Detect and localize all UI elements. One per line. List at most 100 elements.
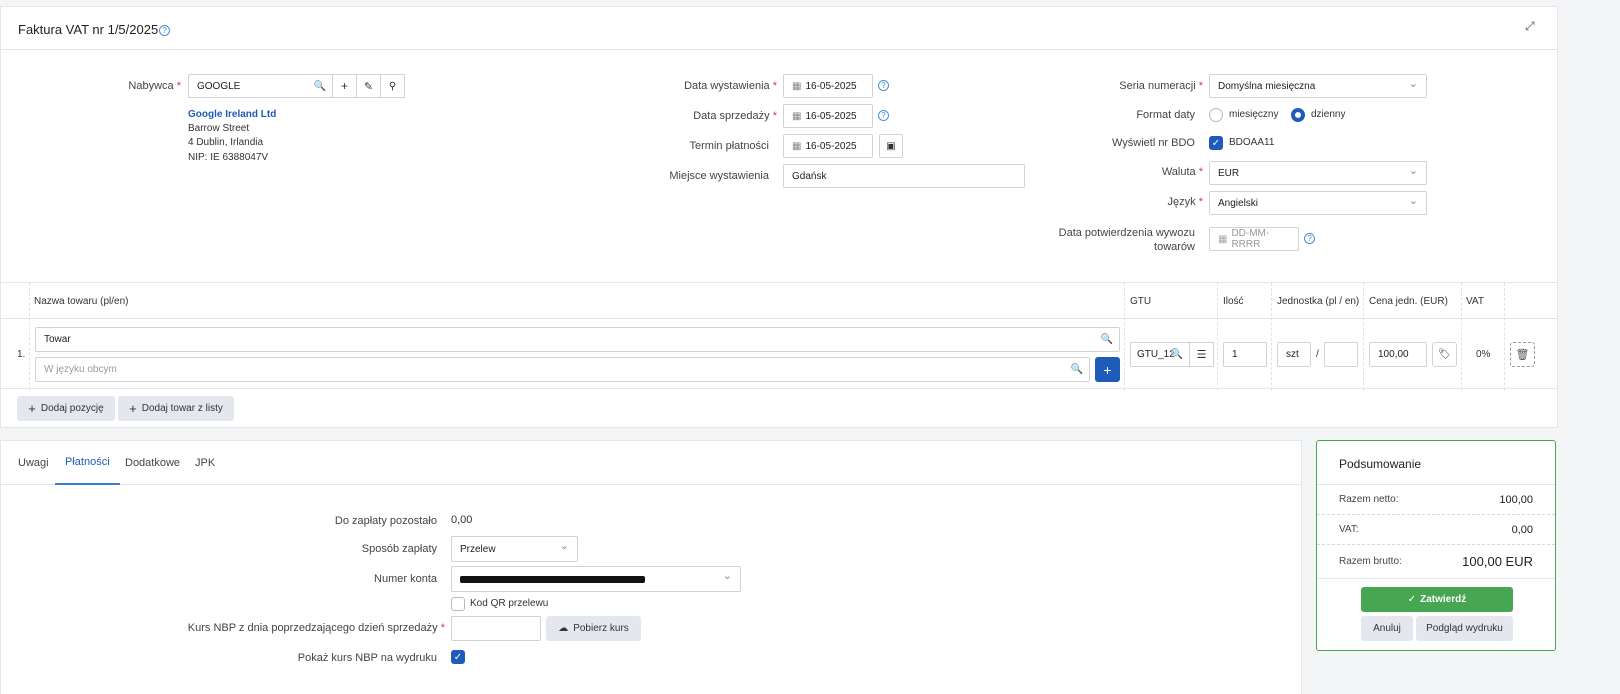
language-label: Język * [1167, 196, 1203, 208]
calendar-icon: ▦ [792, 110, 802, 122]
edit-buyer-button[interactable]: ✎ [356, 74, 381, 98]
sale-date-help-icon[interactable]: ? [878, 110, 889, 121]
col-gtu: GTU [1130, 295, 1152, 307]
issue-date-label: Data wystawienia * [684, 80, 777, 92]
show-rate-label: Pokaż kurs NBP na wydruku [297, 652, 437, 664]
language-select[interactable]: Angielski [1209, 191, 1427, 215]
buyer-address1: Barrow Street [188, 123, 250, 134]
calendar-icon: ▦ [792, 80, 802, 92]
remaining-value: 0,00 [451, 514, 473, 526]
invoice-card: Faktura VAT nr 1/5/2025 ? ⤢ Nabywca * GO… [0, 6, 1558, 428]
unit-foreign-input[interactable] [1324, 342, 1358, 367]
tab-dodatkowe[interactable]: Dodatkowe [125, 441, 180, 485]
bdo-label: Wyświetl nr BDO [1111, 137, 1195, 149]
method-select[interactable]: Przelew [451, 536, 578, 562]
price-tag-button[interactable]: 🏷 [1432, 342, 1457, 367]
qty-input[interactable]: 1 [1223, 342, 1267, 367]
place-input[interactable]: Gdańsk [783, 164, 1025, 188]
col-price: Cena jedn. (EUR) [1369, 295, 1448, 307]
buyer-input[interactable]: GOOGLE 🔍 [188, 74, 333, 98]
redacted-account [460, 575, 645, 583]
add-translation-button[interactable]: + [1095, 357, 1120, 382]
series-label: Seria numeracji * [1119, 80, 1203, 92]
calendar-icon: ▦ [792, 140, 802, 152]
daily-radio[interactable] [1291, 108, 1305, 122]
expand-icon[interactable]: ⤢ [1525, 19, 1535, 34]
account-label: Numer konta [374, 573, 437, 585]
tab-bar: Uwagi Płatności Dodatkowe JPK [1, 441, 1301, 485]
remaining-label: Do zapłaty pozostało [334, 515, 437, 527]
fetch-rate-button[interactable]: ☁ Pobierz kurs [546, 616, 641, 641]
col-unit: Jednostka (pl / en) [1277, 295, 1360, 307]
unit-input[interactable]: szt [1277, 342, 1311, 367]
qr-label: Kod QR przelewu [470, 598, 549, 609]
due-date-input[interactable]: ▦ 16-05-2025 [783, 134, 873, 158]
bdo-value: BDOAA11 [1229, 137, 1275, 148]
method-label: Sposób zapłaty [361, 543, 437, 555]
add-from-list-button[interactable]: + Dodaj towar z listy [118, 396, 234, 421]
add-position-button[interactable]: + Dodaj pozycję [17, 396, 115, 421]
row-number: 1. [17, 349, 26, 360]
invoice-header: Faktura VAT nr 1/5/2025 ? ⤢ [1, 7, 1557, 50]
show-rate-checkbox[interactable]: ✓ [451, 650, 465, 664]
monthly-radio[interactable] [1209, 108, 1223, 122]
gtu-list-button[interactable]: ☰ [1189, 342, 1214, 367]
summary-vat-row: VAT: 0,00 [1317, 514, 1555, 544]
price-input[interactable]: 100,00 [1369, 342, 1427, 367]
currency-select[interactable]: EUR [1209, 161, 1427, 185]
summary-net-row: Razem netto: 100,00 [1317, 484, 1555, 514]
due-date-picker-button[interactable]: ▣ [879, 134, 903, 158]
buyer-name[interactable]: Google Ireland Ltd [188, 109, 276, 120]
item-foreign-name-input[interactable]: W języku obcym 🔍 [35, 357, 1090, 382]
search-icon: 🔍 [313, 80, 326, 92]
date-format-label: Format daty [1136, 109, 1195, 121]
qr-checkbox[interactable] [451, 597, 465, 611]
summary-card: Podsumowanie Razem netto: 100,00 VAT: 0,… [1316, 440, 1556, 651]
issue-date-input[interactable]: ▦ 16-05-2025 [783, 74, 873, 98]
issue-date-help-icon[interactable]: ? [878, 80, 889, 91]
gtu-input[interactable]: GTU_12 🔍 [1130, 342, 1190, 367]
rate-label: Kurs NBP z dnia poprzedzającego dzień sp… [187, 622, 445, 634]
sale-date-label: Data sprzedaży * [693, 110, 777, 122]
cloud-download-icon: ☁ [558, 623, 569, 634]
items-table: Nazwa towaru (pl/en) GTU Ilość Jednostka… [1, 282, 1557, 390]
title-help-icon[interactable]: ? [159, 25, 170, 36]
cancel-button[interactable]: Anuluj [1361, 616, 1413, 641]
summary-title: Podsumowanie [1339, 457, 1422, 471]
col-vat: VAT [1466, 295, 1484, 307]
account-select[interactable] [451, 566, 741, 592]
currency-label: Waluta * [1161, 166, 1203, 178]
col-name: Nazwa towaru (pl/en) [34, 295, 129, 307]
calendar-icon: ▦ [1218, 233, 1228, 245]
series-select[interactable]: Domyślna miesięczna [1209, 74, 1427, 98]
add-buyer-button[interactable]: + [332, 74, 357, 98]
export-date-input[interactable]: ▦ DD-MM-RRRR [1209, 227, 1299, 251]
buyer-address2: 4 Dublin, Irlandia [188, 137, 264, 148]
print-preview-button[interactable]: Podgląd wydruku [1416, 616, 1513, 641]
search-buyer-button[interactable]: ⚲ [380, 74, 405, 98]
details-card: Uwagi Płatności Dodatkowe JPK Do zapłaty… [0, 440, 1302, 694]
search-icon: 🔍 [1100, 334, 1113, 345]
rate-input[interactable] [451, 616, 541, 641]
sale-date-input[interactable]: ▦ 16-05-2025 [783, 104, 873, 128]
summary-gross-row: Razem brutto: 100,00 EUR [1317, 544, 1555, 578]
place-label: Miejsce wystawienia [669, 170, 769, 182]
tab-platnosci[interactable]: Płatności [55, 441, 120, 485]
search-icon: 🔍 [1070, 364, 1083, 375]
check-icon: ✓ [1407, 594, 1417, 605]
tab-jpk[interactable]: JPK [195, 441, 215, 485]
bdo-checkbox[interactable]: ✓ [1209, 136, 1223, 150]
col-qty: Ilość [1223, 295, 1244, 307]
vat-value: 0% [1476, 349, 1491, 360]
search-icon: 🔍 [1170, 349, 1183, 360]
page-title: Faktura VAT nr 1/5/2025 [18, 22, 159, 37]
export-date-help-icon[interactable]: ? [1304, 233, 1315, 244]
unit-slash: / [1316, 349, 1319, 360]
due-date-label: Termin płatności [689, 140, 769, 152]
buyer-label: Nabywca * [128, 80, 181, 92]
tab-uwagi[interactable]: Uwagi [18, 441, 49, 485]
delete-row-button[interactable]: 🗑 [1510, 342, 1535, 367]
export-date-label: Data potwierdzenia wywozu towarów [1058, 227, 1195, 253]
item-name-input[interactable]: Towar 🔍 [35, 327, 1120, 352]
confirm-button[interactable]: ✓ Zatwierdź [1361, 587, 1513, 612]
